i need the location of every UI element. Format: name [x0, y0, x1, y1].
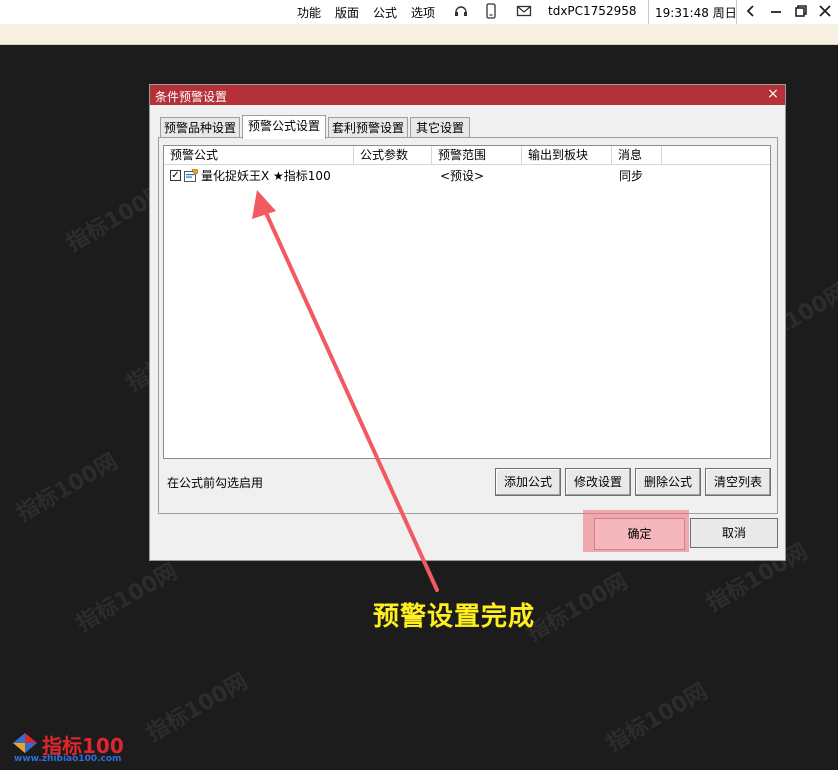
mail-icon[interactable]	[516, 3, 532, 19]
delete-formula-button[interactable]: 删除公式	[635, 468, 701, 496]
info-strip	[0, 24, 838, 45]
watermark: 指标100网	[72, 559, 182, 637]
modify-settings-button[interactable]: 修改设置	[565, 468, 631, 496]
add-formula-button[interactable]: 添加公式	[495, 468, 561, 496]
watermark: 指标100网	[522, 569, 632, 647]
menu-options[interactable]: 选项	[411, 4, 435, 21]
headset-icon[interactable]	[453, 3, 469, 19]
watermark: 指标100网	[142, 669, 252, 747]
ok-button[interactable]: 确定	[594, 518, 685, 550]
separator	[648, 0, 649, 24]
message-mode: 同步	[619, 169, 644, 183]
phone-icon[interactable]	[483, 3, 499, 19]
menu-layout[interactable]: 版面	[335, 4, 359, 21]
separator	[736, 0, 737, 24]
top-bar: 功能 版面 公式 选项 tdxPC1752958 19:31:48 周日	[0, 0, 838, 24]
logo-icon	[13, 733, 37, 753]
enable-checkbox[interactable]: ✓	[170, 170, 181, 181]
tab-arbitrage-alerts[interactable]: 套利预警设置	[328, 117, 408, 137]
chevron-left-icon[interactable]	[743, 3, 759, 19]
list-header: 预警公式 公式参数 预警范围 输出到板块 消息	[164, 146, 770, 165]
dialog-close-icon[interactable]: ×	[765, 86, 781, 102]
column-output-board[interactable]: 输出到板块	[522, 146, 612, 164]
tab-alert-symbols[interactable]: 预警品种设置	[160, 117, 240, 137]
tab-alert-formulas[interactable]: 预警公式设置	[242, 115, 326, 139]
user-id: tdxPC1752958	[548, 4, 637, 18]
formula-icon	[184, 169, 198, 182]
logo-url: www.zhibiao100.com	[14, 754, 122, 764]
minimize-icon[interactable]	[768, 3, 784, 19]
caption-text: 预警设置完成	[373, 602, 536, 632]
clear-list-button[interactable]: 清空列表	[705, 468, 771, 496]
formula-name: 量化捉妖王X ★指标100	[201, 169, 331, 183]
column-formula[interactable]: 预警公式	[164, 146, 354, 164]
dialog-titlebar[interactable]: 条件预警设置 ×	[150, 85, 785, 105]
table-row[interactable]: ✓ 量化捉妖王X ★指标100 <预设> 同步	[164, 167, 770, 185]
clock: 19:31:48 周日	[655, 6, 737, 20]
dialog-title: 条件预警设置	[155, 90, 228, 104]
watermark: 指标100网	[602, 679, 712, 757]
menu-formula[interactable]: 公式	[373, 4, 397, 21]
formula-list[interactable]: 预警公式 公式参数 预警范围 输出到板块 消息 ✓ 量化捉妖王X ★指标100 …	[163, 145, 771, 459]
tab-panel: 预警公式 公式参数 预警范围 输出到板块 消息 ✓ 量化捉妖王X ★指标100 …	[158, 137, 778, 514]
watermark: 指标100网	[12, 449, 122, 527]
close-icon[interactable]	[817, 3, 833, 19]
site-logo: 指标100 www.zhibiao100.com	[10, 728, 130, 768]
alert-range: <预设>	[440, 169, 485, 183]
column-range[interactable]: 预警范围	[432, 146, 522, 164]
menu-function[interactable]: 功能	[297, 4, 321, 21]
hint-text: 在公式前勾选启用	[167, 476, 264, 490]
tab-other-settings[interactable]: 其它设置	[410, 117, 470, 137]
cancel-button[interactable]: 取消	[690, 518, 778, 548]
column-params[interactable]: 公式参数	[354, 146, 432, 164]
restore-icon[interactable]	[793, 3, 809, 19]
column-message[interactable]: 消息	[612, 146, 662, 164]
alert-settings-dialog: 条件预警设置 × 预警品种设置 预警公式设置 套利预警设置 其它设置 预警公式 …	[149, 84, 786, 561]
